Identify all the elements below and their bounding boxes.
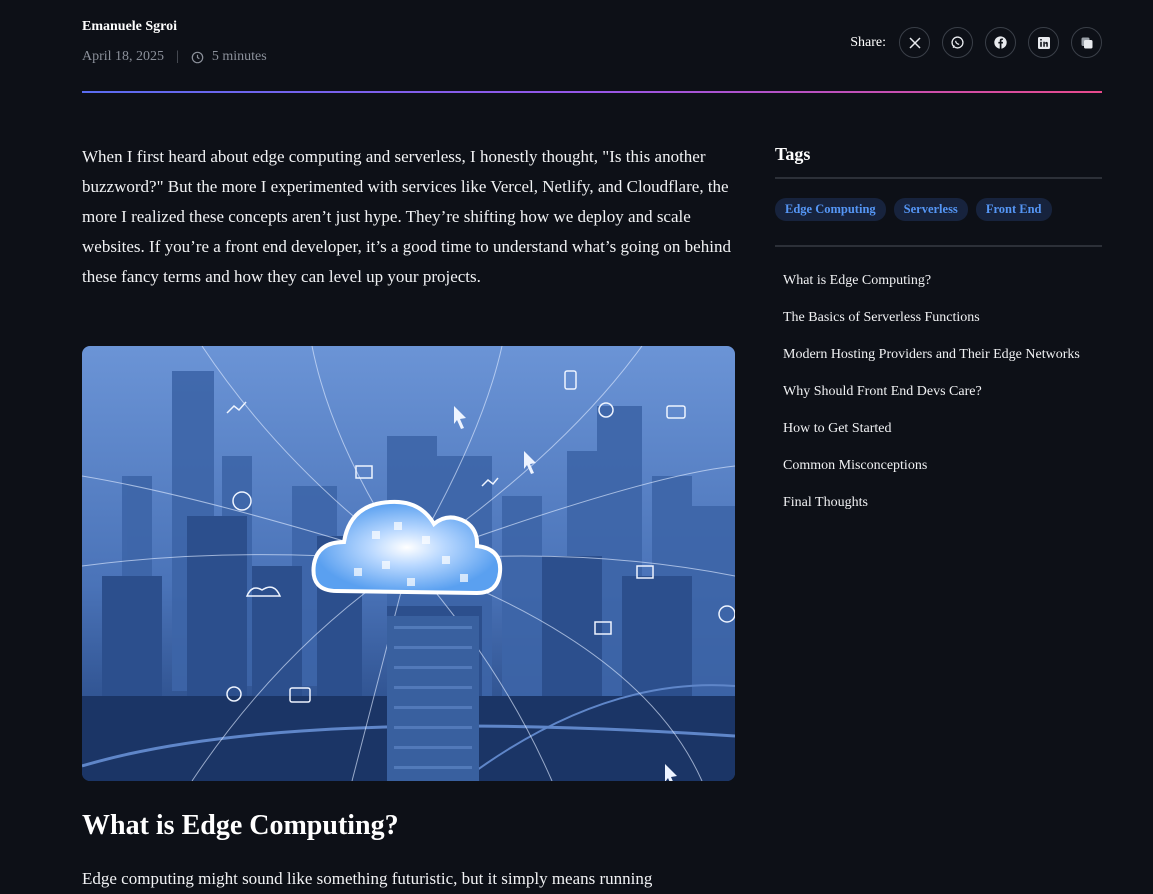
facebook-icon bbox=[994, 36, 1007, 50]
share-linkedin-button[interactable] bbox=[1028, 27, 1059, 58]
section-paragraph: Edge computing might sound like somethin… bbox=[82, 869, 653, 888]
table-of-contents: What is Edge Computing? The Basics of Se… bbox=[783, 271, 1080, 530]
toc-item[interactable]: Modern Hosting Providers and Their Edge … bbox=[783, 345, 1080, 382]
intro-paragraph: When I first heard about edge computing … bbox=[82, 147, 731, 286]
post-meta: April 18, 2025 | 5 minutes bbox=[82, 49, 267, 65]
toc-item[interactable]: Why Should Front End Devs Care? bbox=[783, 382, 1080, 419]
toc-item[interactable]: Common Misconceptions bbox=[783, 456, 1080, 493]
read-time: 5 minutes bbox=[211, 49, 267, 64]
tag-front-end[interactable]: Front End bbox=[975, 198, 1052, 221]
copy-link-icon bbox=[1081, 37, 1092, 48]
toc-item[interactable]: How to Get Started bbox=[783, 419, 1080, 456]
linkedin-icon bbox=[1037, 36, 1050, 49]
share-label: Share: bbox=[850, 34, 886, 50]
hero-image bbox=[82, 346, 735, 781]
whatsapp-icon bbox=[951, 36, 964, 49]
toc-item[interactable]: What is Edge Computing? bbox=[783, 271, 1080, 308]
toc-item[interactable]: Final Thoughts bbox=[783, 493, 1080, 530]
x-twitter-icon bbox=[908, 36, 921, 49]
tag-serverless[interactable]: Serverless bbox=[893, 198, 968, 221]
clock-icon bbox=[191, 51, 204, 63]
tags-title: Tags bbox=[775, 144, 811, 164]
post-date: April 18, 2025 bbox=[82, 49, 165, 64]
share-whatsapp-button[interactable] bbox=[942, 27, 973, 58]
share-facebook-button[interactable] bbox=[985, 27, 1016, 58]
copy-link-button[interactable] bbox=[1071, 27, 1102, 58]
tag-edge-computing[interactable]: Edge Computing bbox=[775, 198, 886, 221]
toc-item[interactable]: The Basics of Serverless Functions bbox=[783, 308, 1080, 345]
cloud-city-illustration bbox=[82, 346, 735, 781]
share-bar: Share: bbox=[850, 27, 1102, 58]
header-divider bbox=[82, 91, 1102, 93]
toc-divider bbox=[775, 245, 1102, 247]
tag-list: Edge Computing Serverless Front End bbox=[775, 198, 1060, 221]
meta-separator: | bbox=[176, 49, 179, 64]
share-x-button[interactable] bbox=[899, 27, 930, 58]
tags-divider bbox=[775, 177, 1102, 179]
section-heading: What is Edge Computing? bbox=[82, 810, 399, 841]
author-name: Emanuele Sgroi bbox=[82, 19, 178, 34]
